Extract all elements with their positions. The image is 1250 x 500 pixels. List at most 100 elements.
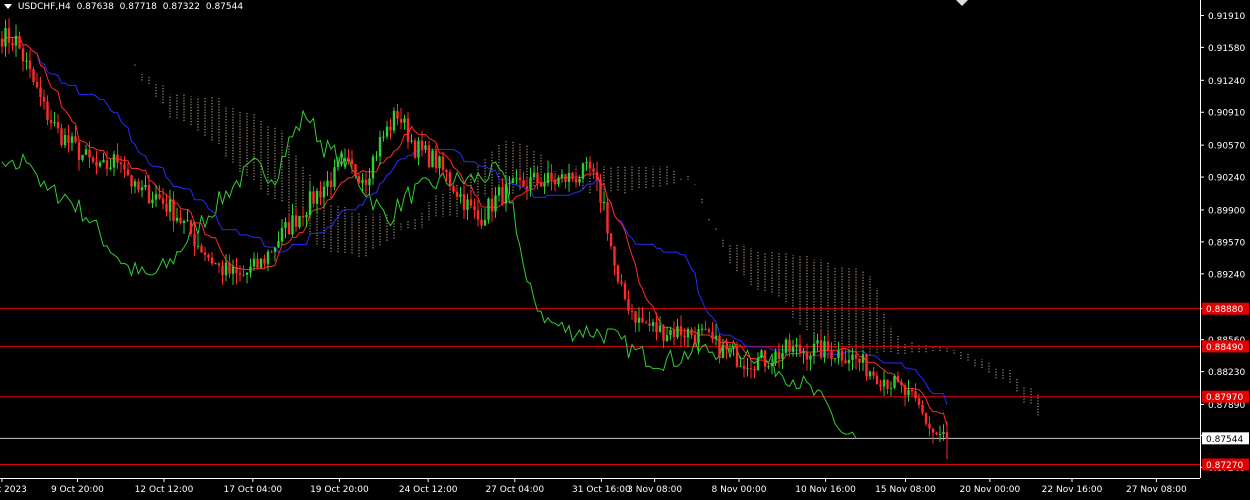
- candle-body: [452, 185, 455, 192]
- candle-body: [291, 215, 294, 235]
- candle-body: [564, 174, 567, 183]
- symbol-label: USDCHF,H4: [17, 2, 71, 12]
- candle-body: [431, 150, 434, 167]
- chart-header: USDCHF,H4 0.87638 0.87718 0.87322 0.8754…: [4, 2, 246, 12]
- price-tick-label: 0.89900: [1208, 206, 1245, 216]
- time-tick-label: 24 Oct 12:00: [399, 485, 458, 495]
- candle-body: [935, 432, 938, 435]
- candle-body: [259, 258, 263, 268]
- time-tick-label: 22 Nov 16:00: [1042, 485, 1103, 495]
- candle-body: [371, 156, 375, 179]
- candle-body: [490, 198, 494, 212]
- candle-body: [539, 183, 543, 187]
- candle-body: [14, 35, 18, 46]
- candle-body: [602, 202, 606, 204]
- candle-body: [879, 384, 882, 387]
- time-tick-label: 8 Nov 00:00: [712, 485, 767, 495]
- candle-body: [938, 433, 942, 435]
- price-chart[interactable]: 0.91910 0.91580 0.91240 0.90910 0.90570 0.902…: [0, 0, 1250, 500]
- candle-body: [315, 191, 319, 204]
- chart-area[interactable]: 0.91910 0.91580 0.91240 0.90910 0.90570 0.902…: [0, 0, 1250, 500]
- candle-body: [697, 329, 700, 344]
- candle-body: [462, 194, 466, 210]
- candle-body: [900, 382, 903, 386]
- candle-body: [154, 194, 158, 200]
- candle-body: [704, 328, 707, 330]
- candle-body: [406, 118, 410, 142]
- candle-body: [592, 168, 595, 172]
- candle-body: [627, 299, 630, 311]
- candle-body: [357, 176, 361, 184]
- candle-body: [161, 198, 165, 204]
- candle-body: [403, 118, 406, 123]
- candle-body: [686, 329, 690, 338]
- candle-body: [242, 274, 245, 276]
- candle-body: [746, 368, 749, 370]
- candle-body: [417, 140, 420, 158]
- candle-body: [616, 265, 620, 282]
- candle-body: [165, 203, 168, 212]
- candle-body: [235, 266, 238, 274]
- candle-body: [585, 161, 588, 164]
- candle-body: [637, 317, 641, 323]
- candle-body: [532, 172, 536, 178]
- candle-body: [655, 322, 658, 333]
- candle-body: [791, 346, 795, 352]
- candle-body: [252, 258, 256, 267]
- candle-body: [319, 191, 322, 198]
- candle-body: [690, 329, 693, 335]
- price-label-text: 0.88490: [1206, 343, 1243, 353]
- candle-body: [88, 149, 91, 158]
- candle-body: [809, 356, 812, 360]
- candle-body: [662, 325, 665, 342]
- time-tick-label: 15 Nov 08:00: [875, 485, 936, 495]
- candle-body: [718, 335, 721, 358]
- candle-body: [889, 387, 893, 389]
- candle-body: [641, 317, 644, 323]
- candle-body: [648, 323, 651, 326]
- candle-body: [95, 161, 98, 167]
- candle-body: [455, 191, 459, 197]
- candle-body: [606, 202, 609, 234]
- candle-body: [81, 154, 84, 160]
- candle-body: [812, 343, 816, 357]
- candle-body: [721, 344, 725, 358]
- candle-body: [914, 391, 917, 399]
- time-tick-label: 3 Nov 08:00: [627, 485, 682, 495]
- time-tick-label: 31 Oct 16:00: [572, 485, 631, 495]
- candle-body: [200, 245, 203, 253]
- candle-body: [112, 154, 116, 168]
- candle-body: [130, 175, 133, 187]
- shift-marker-icon[interactable]: [956, 0, 968, 6]
- candle-body: [172, 199, 175, 222]
- candle-body: [595, 171, 599, 180]
- candle-body: [529, 177, 532, 189]
- candle-body: [298, 215, 301, 228]
- candle-body: [844, 360, 847, 364]
- price-tick-label: 0.91580: [1208, 44, 1245, 54]
- candle-body: [875, 375, 879, 385]
- candle-body: [49, 119, 53, 124]
- candle-body: [389, 126, 392, 131]
- ichimoku-cloud: [134, 64, 1039, 416]
- candle-body: [630, 310, 634, 312]
- candle-body: [739, 366, 742, 368]
- candle-body: [928, 423, 931, 429]
- candle-body: [907, 389, 910, 396]
- candle-body: [665, 335, 669, 342]
- candle-body: [501, 187, 504, 204]
- candle-body: [231, 266, 235, 274]
- candle-body: [60, 128, 63, 146]
- candle-body: [35, 82, 39, 88]
- close-value: 0.87544: [205, 2, 244, 12]
- candle-body: [294, 215, 298, 228]
- low-value: 0.87322: [162, 2, 200, 12]
- candle-body: [553, 179, 557, 185]
- dropdown-triangle-icon[interactable]: [4, 4, 12, 9]
- candle-body: [830, 350, 833, 360]
- candle-body: [413, 140, 417, 158]
- candle-body: [837, 350, 840, 359]
- candle-body: [70, 136, 74, 143]
- candle-body: [760, 350, 763, 358]
- candle-body: [102, 160, 105, 163]
